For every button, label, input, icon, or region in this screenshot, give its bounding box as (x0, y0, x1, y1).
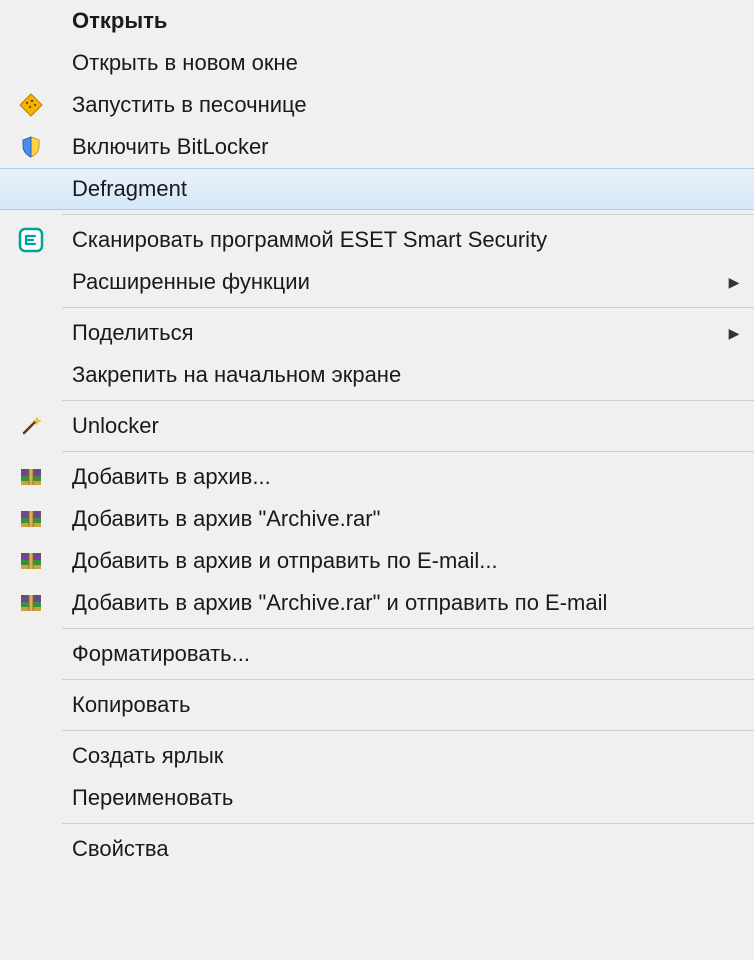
menu-item-label: Форматировать... (62, 641, 714, 667)
menu-item-label: Добавить в архив... (62, 464, 714, 490)
winrar-icon (0, 590, 62, 616)
menu-item-add-archive[interactable]: Добавить в архив... (0, 456, 754, 498)
menu-item-rename[interactable]: Переименовать (0, 777, 754, 819)
menu-separator (62, 823, 754, 824)
menu-separator (62, 679, 754, 680)
menu-item-label: Defragment (62, 176, 714, 202)
menu-item-archive-rar-email[interactable]: Добавить в архив "Archive.rar" и отправи… (0, 582, 754, 624)
menu-item-label: Создать ярлык (62, 743, 714, 769)
menu-item-label: Поделиться (62, 320, 714, 346)
winrar-icon (0, 506, 62, 532)
menu-item-label: Открыть (62, 8, 714, 34)
menu-separator (62, 730, 754, 731)
menu-item-label: Включить BitLocker (62, 134, 714, 160)
menu-item-archive-email[interactable]: Добавить в архив и отправить по E-mail..… (0, 540, 754, 582)
wand-icon (0, 413, 62, 439)
menu-separator (62, 628, 754, 629)
menu-item-open-new-window[interactable]: Открыть в новом окне (0, 42, 754, 84)
menu-item-label: Добавить в архив "Archive.rar" (62, 506, 714, 532)
menu-item-advanced[interactable]: Расширенные функции▶ (0, 261, 754, 303)
winrar-icon (0, 548, 62, 574)
menu-item-share[interactable]: Поделиться▶ (0, 312, 754, 354)
menu-item-defragment[interactable]: Defragment (0, 168, 754, 210)
menu-item-label: Расширенные функции (62, 269, 714, 295)
menu-item-copy[interactable]: Копировать (0, 684, 754, 726)
winrar-icon (0, 464, 62, 490)
menu-item-label: Свойства (62, 836, 714, 862)
menu-item-label: Копировать (62, 692, 714, 718)
menu-item-label: Unlocker (62, 413, 714, 439)
menu-item-label: Добавить в архив и отправить по E-mail..… (62, 548, 714, 574)
sandbox-icon (0, 92, 62, 118)
menu-item-pin-start[interactable]: Закрепить на начальном экране (0, 354, 754, 396)
menu-separator (62, 214, 754, 215)
menu-item-open[interactable]: Открыть (0, 0, 754, 42)
menu-item-label: Сканировать программой ESET Smart Securi… (62, 227, 714, 253)
menu-item-properties[interactable]: Свойства (0, 828, 754, 870)
eset-icon (0, 227, 62, 253)
menu-item-label: Переименовать (62, 785, 714, 811)
menu-item-label: Открыть в новом окне (62, 50, 714, 76)
menu-item-run-sandbox[interactable]: Запустить в песочнице (0, 84, 754, 126)
submenu-arrow-icon: ▶ (714, 274, 754, 291)
menu-item-shortcut[interactable]: Создать ярлык (0, 735, 754, 777)
menu-separator (62, 307, 754, 308)
menu-item-label: Закрепить на начальном экране (62, 362, 714, 388)
menu-separator (62, 400, 754, 401)
menu-item-bitlocker[interactable]: Включить BitLocker (0, 126, 754, 168)
shield-icon (0, 135, 62, 159)
menu-item-eset-scan[interactable]: Сканировать программой ESET Smart Securi… (0, 219, 754, 261)
menu-item-label: Запустить в песочнице (62, 92, 714, 118)
menu-item-unlocker[interactable]: Unlocker (0, 405, 754, 447)
context-menu: Открыть Открыть в новом окне Запустить в п… (0, 0, 754, 960)
menu-item-add-archive-rar[interactable]: Добавить в архив "Archive.rar" (0, 498, 754, 540)
menu-item-format[interactable]: Форматировать... (0, 633, 754, 675)
menu-separator (62, 451, 754, 452)
submenu-arrow-icon: ▶ (714, 325, 754, 342)
menu-item-label: Добавить в архив "Archive.rar" и отправи… (62, 590, 714, 616)
